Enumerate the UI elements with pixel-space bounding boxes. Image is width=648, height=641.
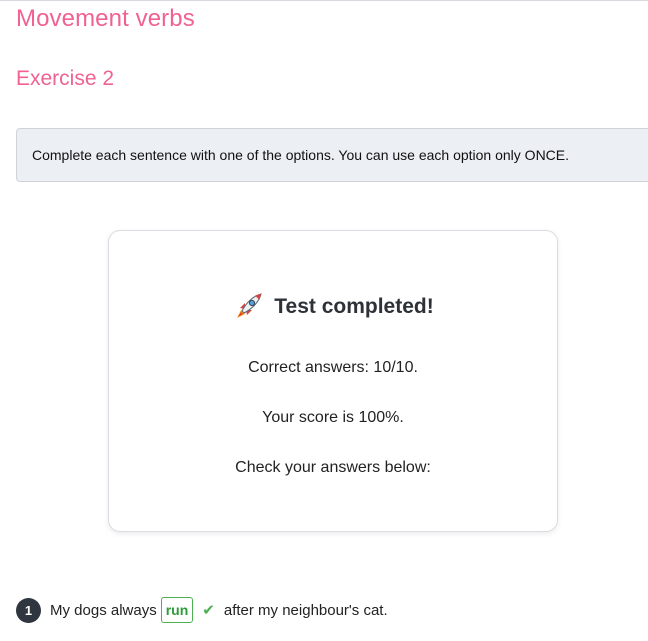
answer-field[interactable]: run (160, 597, 194, 623)
question-row: 1 My dogs always run ✔ after my neighbou… (16, 595, 388, 625)
result-title: Test completed! (274, 295, 434, 318)
question-text-before: My dogs always (50, 601, 157, 619)
result-heading: Test completed! (109, 291, 557, 323)
correct-answers-text: Correct answers: 10/10. (248, 359, 418, 376)
page-title: Movement verbs (16, 5, 195, 32)
check-answers-prompt: Check your answers below: (235, 459, 431, 476)
result-card: Test completed! Correct answers: 10/10. … (108, 230, 558, 532)
rocket-icon (232, 291, 264, 323)
exercise-title: Exercise 2 (16, 67, 115, 90)
instructions-text: Complete each sentence with one of the o… (32, 147, 570, 163)
score-text: Your score is 100%. (262, 409, 404, 426)
question-text-after: after my neighbour's cat. (223, 601, 388, 619)
question-number-badge: 1 (16, 597, 41, 623)
instructions-box: Complete each sentence with one of the o… (16, 128, 648, 182)
top-divider (0, 0, 648, 1)
check-icon: ✔ (202, 602, 215, 619)
